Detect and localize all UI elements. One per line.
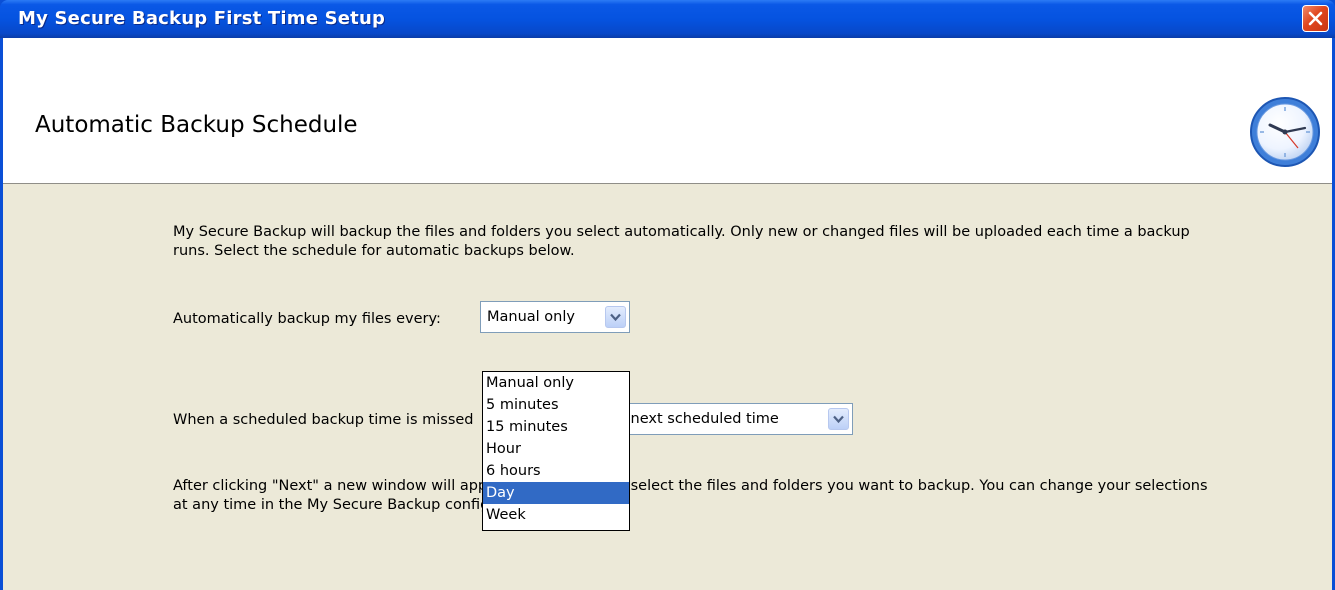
- chevron-down-icon: [610, 313, 621, 322]
- missed-backup-select[interactable]: e next scheduled time: [616, 403, 853, 435]
- setup-window: My Secure Backup First Time Setup Automa…: [0, 0, 1335, 590]
- header-panel: Automatic Backup Schedule: [3, 38, 1332, 184]
- option-day[interactable]: Day: [483, 482, 629, 504]
- option-hour[interactable]: Hour: [483, 438, 629, 460]
- missed-backup-label: When a scheduled backup time is missed: [173, 412, 474, 428]
- close-icon: [1308, 11, 1323, 26]
- backup-frequency-value: Manual only: [487, 309, 575, 325]
- next-instructions-text: After clicking "Next" a new window will …: [173, 478, 1208, 513]
- option-5-minutes[interactable]: 5 minutes: [483, 394, 629, 416]
- missed-backup-value: e next scheduled time: [617, 411, 779, 427]
- title-bar[interactable]: My Secure Backup First Time Setup: [0, 0, 1335, 38]
- option-6-hours[interactable]: 6 hours: [483, 460, 629, 482]
- backup-frequency-select[interactable]: Manual only: [480, 301, 630, 333]
- clock-icon: [1250, 97, 1320, 167]
- chevron-down-icon: [833, 415, 844, 424]
- option-15-minutes[interactable]: 15 minutes: [483, 416, 629, 438]
- dialog-client-area: Automatic Backup Schedule My Secure Back…: [3, 38, 1332, 590]
- backup-frequency-options-list[interactable]: Manual only 5 minutes 15 minutes Hour 6 …: [482, 371, 630, 531]
- intro-text: My Secure Backup will backup the files a…: [173, 224, 1190, 259]
- page-title: Automatic Backup Schedule: [35, 112, 358, 138]
- window-title: My Secure Backup First Time Setup: [18, 8, 386, 29]
- backup-frequency-dropdown-button[interactable]: [605, 306, 626, 328]
- missed-backup-dropdown-button[interactable]: [828, 408, 849, 430]
- close-button[interactable]: [1302, 5, 1329, 32]
- option-week[interactable]: Week: [483, 504, 629, 526]
- option-manual-only[interactable]: Manual only: [483, 372, 629, 394]
- backup-frequency-label: Automatically backup my files every:: [173, 311, 441, 327]
